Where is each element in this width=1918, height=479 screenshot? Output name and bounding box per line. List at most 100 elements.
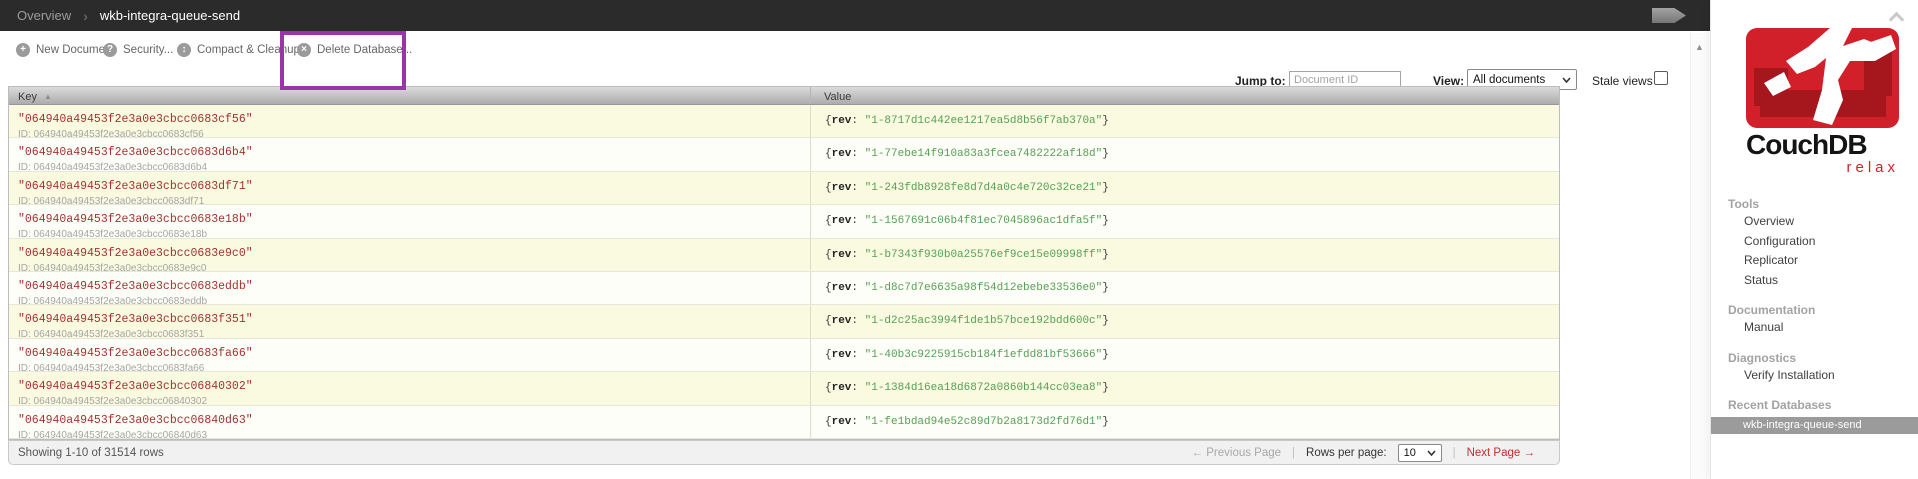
table-row: "064940a49453f2e3a0e3cbcc0683f351" ID: 0… [9, 305, 1559, 339]
breadcrumb-overview-link[interactable]: Overview [17, 8, 71, 23]
pagination-separator: | [1292, 446, 1296, 459]
stale-views-checkbox[interactable] [1654, 71, 1668, 85]
key-header-label: Key [18, 90, 37, 103]
sidebar-item-overview[interactable]: Overview [1711, 212, 1918, 232]
doc-value: {rev: "1-243fdb8928fe8d7d4a0c4e720c32ce2… [825, 181, 1109, 194]
doc-value: {rev: "1-d8c7d7e6635a98f54d12ebebe33536e… [825, 281, 1109, 294]
rows-per-page-value: 10 [1403, 446, 1416, 459]
plus-circle-icon: + [16, 43, 30, 57]
breadcrumb-current-database: wkb-integra-queue-send [99, 8, 241, 23]
doc-key-link[interactable]: "064940a49453f2e3a0e3cbcc0683fa66" [18, 347, 253, 360]
sidebar-item-status[interactable]: Status [1711, 271, 1918, 291]
new-document-button[interactable]: + New Document [16, 43, 115, 57]
sidebar-section-header: Documentation [1728, 303, 1816, 317]
futon-app: Overview › wkb-integra-queue-send + New … [0, 0, 1918, 479]
table-header-row: Key ▲ Value [9, 87, 1559, 105]
sidebar-item-replicator[interactable]: Replicator [1711, 251, 1918, 271]
sidebar-item-manual[interactable]: Manual [1711, 318, 1918, 338]
key-cell: "064940a49453f2e3a0e3cbcc06840302" ID: 0… [9, 372, 811, 405]
view-select-value: All documents [1473, 73, 1546, 86]
doc-key-link[interactable]: "064940a49453f2e3a0e3cbcc06840d63" [18, 414, 253, 427]
sidebar-item-configuration[interactable]: Configuration [1711, 232, 1918, 252]
key-cell: "064940a49453f2e3a0e3cbcc0683f351" ID: 0… [9, 305, 811, 338]
logo-title: CouchDB [1746, 129, 1868, 160]
doc-value: {rev: "1-b7343f930b0a25576ef9ce15e09998f… [825, 248, 1109, 261]
doc-value: {rev: "1-40b3c9225915cb184f1efdd81bf5366… [825, 348, 1109, 361]
key-cell: "064940a49453f2e3a0e3cbcc0683eddb" ID: 0… [9, 271, 811, 305]
security-button[interactable]: ? Security... [103, 43, 173, 57]
collapse-chevron-icon[interactable] [1888, 11, 1905, 28]
sidebar-toggle-arrow-icon[interactable] [1652, 8, 1686, 23]
chevron-down-icon [1562, 76, 1571, 83]
toolbar: + New Document ? Security... ↕ Compact &… [0, 31, 1710, 90]
key-cell: "064940a49453f2e3a0e3cbcc0683d6b4" ID: 0… [9, 138, 811, 171]
table-row: "064940a49453f2e3a0e3cbcc06840d63" ID: 0… [9, 405, 1559, 439]
table-row: "064940a49453f2e3a0e3cbcc0683df71" ID: 0… [9, 171, 1559, 206]
sidebar-section: Diagnostics Verify Installation [1711, 350, 1918, 386]
next-page-link[interactable]: Next Page → [1467, 447, 1535, 459]
key-cell: "064940a49453f2e3a0e3cbcc0683e9c0" ID: 0… [9, 238, 811, 271]
pagination-bar: Showing 1-10 of 31514 rows ← Previous Pa… [8, 440, 1560, 465]
sidebar: CouchDB relax Tools Overview Configuratio… [1710, 0, 1918, 479]
sidebar-item-verify-installation[interactable]: Verify Installation [1711, 366, 1918, 386]
doc-value: {rev: "1-77ebe14f910a83a3fcea7482222af18… [825, 148, 1109, 161]
key-cell: "064940a49453f2e3a0e3cbcc0683e18b" ID: 0… [9, 205, 811, 238]
scroll-up-icon[interactable]: ▲ [1691, 42, 1708, 52]
sidebar-nav: Tools Overview Configuration Replicator Sta… [1711, 196, 1918, 434]
value-header-label: Value [824, 90, 852, 103]
table-row: "064940a49453f2e3a0e3cbcc06840302" ID: 0… [9, 372, 1559, 406]
chevron-down-icon [1426, 449, 1436, 456]
sidebar-sections: Tools Overview Configuration Replicator Sta… [1711, 196, 1918, 385]
main-scrollbar[interactable]: ▲ [1690, 33, 1708, 479]
recent-database-item[interactable]: wkb-integra-queue-send [1711, 417, 1918, 434]
recent-databases-header: Recent Databases [1728, 398, 1832, 412]
table-row: "064940a49453f2e3a0e3cbcc0683d6b4" ID: 0… [9, 138, 1559, 172]
pagination-separator: | [1452, 446, 1456, 459]
doc-value: {rev: "1-d2c25ac3994f1de1b57bce192bdd600… [825, 315, 1109, 328]
key-cell: "064940a49453f2e3a0e3cbcc0683cf56" ID: 0… [9, 105, 811, 138]
doc-key-link[interactable]: "064940a49453f2e3a0e3cbcc0683e9c0" [18, 247, 253, 260]
doc-id-subtext: ID: 064940a49453f2e3a0e3cbcc0683d6b4 [18, 162, 208, 171]
table-row: "064940a49453f2e3a0e3cbcc0683eddb" ID: 0… [9, 271, 1559, 306]
sidebar-section-header: Diagnostics [1728, 350, 1797, 365]
couchdb-logo-graphic [1746, 28, 1899, 128]
doc-key-link[interactable]: "064940a49453f2e3a0e3cbcc0683cf56" [18, 113, 253, 126]
doc-id-subtext: ID: 064940a49453f2e3a0e3cbcc0683fa66 [18, 362, 205, 372]
sidebar-section: Documentation Manual [1711, 302, 1918, 338]
question-circle-icon: ? [103, 43, 117, 57]
key-cell: "064940a49453f2e3a0e3cbcc06840d63" ID: 0… [9, 405, 811, 438]
doc-id-subtext: ID: 064940a49453f2e3a0e3cbcc0683cf56 [18, 129, 204, 138]
doc-key-link[interactable]: "064940a49453f2e3a0e3cbcc0683eddb" [18, 280, 253, 293]
sort-ascending-icon: ▲ [43, 92, 52, 101]
breadcrumb-bar: Overview › wkb-integra-queue-send [0, 0, 1710, 31]
doc-key-link[interactable]: "064940a49453f2e3a0e3cbcc0683d6b4" [18, 146, 253, 159]
doc-key-link[interactable]: "064940a49453f2e3a0e3cbcc0683e18b" [18, 213, 253, 226]
rows-per-page-label: Rows per page: [1306, 446, 1387, 459]
key-cell: "064940a49453f2e3a0e3cbcc0683df71" ID: 0… [9, 171, 811, 205]
doc-value: {rev: "1-1567691c06b4f81ec7045896ac1dfa5… [825, 215, 1109, 228]
table-row: "064940a49453f2e3a0e3cbcc0683cf56" ID: 0… [9, 105, 1559, 139]
showing-rows-text: Showing 1-10 of 31514 rows [18, 446, 164, 459]
doc-value: {rev: "1-1384d16ea18d6872a0860b144cc03ea… [825, 382, 1109, 395]
table-header-value[interactable]: Value [811, 87, 1559, 104]
rows-per-page-select[interactable]: 10 [1397, 443, 1442, 462]
doc-value: {rev: "1-8717d1c442ee1217ea5d8b56f7ab370… [825, 115, 1109, 127]
doc-key-link[interactable]: "064940a49453f2e3a0e3cbcc0683f351" [18, 313, 253, 326]
doc-key-link[interactable]: "064940a49453f2e3a0e3cbcc06840302" [18, 380, 253, 393]
delete-database-button[interactable]: × Delete Database... [297, 43, 412, 57]
doc-key-link[interactable]: "064940a49453f2e3a0e3cbcc0683df71" [18, 180, 253, 193]
doc-id-subtext: ID: 064940a49453f2e3a0e3cbcc0683df71 [18, 195, 205, 205]
table-header-key[interactable]: Key ▲ [9, 87, 811, 104]
pagination-controls: ← Previous Page | Rows per page: 10 | Ne… [1192, 443, 1535, 462]
doc-id-subtext: ID: 064940a49453f2e3a0e3cbcc0683e18b [18, 229, 208, 238]
breadcrumb-separator-icon: › [83, 7, 88, 24]
documents-table: Key ▲ Value "064940a49453f2e3a0e3cbcc068… [8, 86, 1560, 440]
doc-id-subtext: ID: 064940a49453f2e3a0e3cbcc06840302 [18, 396, 208, 405]
doc-id-subtext: ID: 064940a49453f2e3a0e3cbcc0683e9c0 [18, 262, 207, 271]
compact-cleanup-button[interactable]: ↕ Compact & Cleanup... [177, 43, 310, 57]
sidebar-section-header: Tools [1728, 197, 1760, 211]
table-row: "064940a49453f2e3a0e3cbcc0683e18b" ID: 0… [9, 205, 1559, 239]
logo-tagline: relax [1846, 159, 1899, 176]
sidebar-section: Tools Overview Configuration Replicator Sta… [1711, 196, 1918, 290]
couchdb-logo[interactable]: CouchDB relax [1746, 28, 1899, 175]
